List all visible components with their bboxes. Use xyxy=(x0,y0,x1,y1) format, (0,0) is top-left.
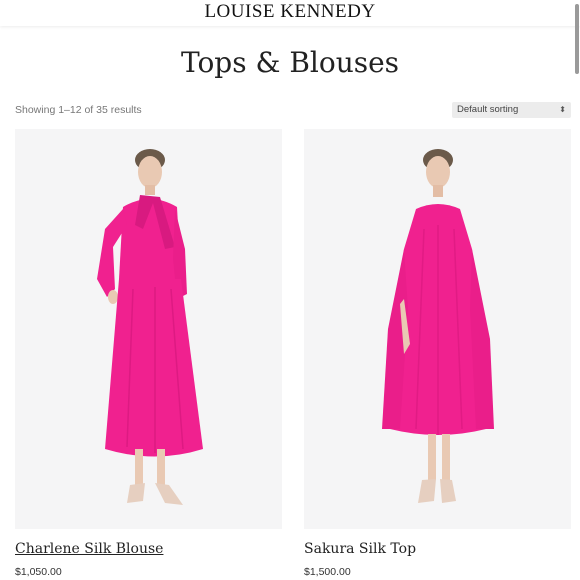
result-count: Showing 1–12 of 35 results xyxy=(15,104,142,116)
product-title-link[interactable]: Sakura Silk Top xyxy=(304,541,416,557)
scrollbar[interactable] xyxy=(574,0,580,580)
product-image[interactable] xyxy=(304,129,571,529)
model-photo xyxy=(97,149,203,505)
product-title-link[interactable]: Charlene Silk Blouse xyxy=(15,541,163,557)
product-price: $1,500.00 xyxy=(304,566,351,578)
chevron-updown-icon: ⬍ xyxy=(559,105,566,114)
product-image[interactable] xyxy=(15,129,282,529)
sort-dropdown[interactable]: Default sorting ⬍ xyxy=(452,102,571,118)
site-header: LOUISE KENNEDY xyxy=(0,0,580,26)
product-card[interactable]: Sakura Silk Top $1,500.00 xyxy=(304,129,571,578)
product-price: $1,050.00 xyxy=(15,566,62,578)
model-photo xyxy=(382,149,494,503)
product-card[interactable]: Charlene Silk Blouse $1,050.00 xyxy=(15,129,282,578)
page-title: Tops & Blouses xyxy=(180,46,400,79)
sort-selected-value: Default sorting xyxy=(457,104,519,115)
brand-logo[interactable]: LOUISE KENNEDY xyxy=(204,0,375,24)
